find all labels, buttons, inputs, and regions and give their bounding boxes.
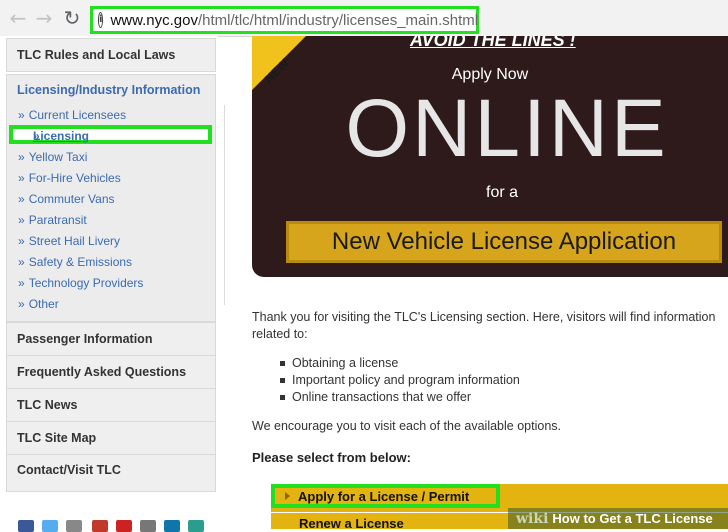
- sidebar-section-title[interactable]: Licensing/Industry Information: [17, 83, 200, 97]
- sidebar-item-label: Frequently Asked Questions: [17, 365, 187, 379]
- info-bullet-list: Obtaining a license Important policy and…: [278, 355, 520, 406]
- encourage-text: We encourage you to visit each of the av…: [252, 419, 561, 433]
- online-application-banner[interactable]: NEW AVOID THE LINES ! Apply Now ONLINE f…: [252, 36, 728, 277]
- url-path: /html/tlc/html/industry/licenses_main.sh…: [197, 11, 479, 29]
- sidebar-link-other[interactable]: » Other: [18, 297, 59, 311]
- sidebar-link-for-hire-vehicles[interactable]: » For-Hire Vehicles: [18, 171, 121, 185]
- sidebar-link-safety-emissions[interactable]: » Safety & Emissions: [18, 255, 132, 269]
- banner-for-a: for a: [486, 184, 519, 201]
- back-arrow-icon[interactable]: ←: [6, 6, 30, 30]
- apply-for-license-button[interactable]: Apply for a License / Permit: [271, 484, 500, 508]
- url-domain: www.nyc.gov: [110, 11, 198, 29]
- apply-for-license-label: Apply for a License / Permit: [298, 488, 470, 504]
- sidebar-item-label: TLC Site Map: [17, 431, 97, 445]
- new-vehicle-license-application-button[interactable]: New Vehicle License Application: [286, 221, 722, 263]
- email-icon[interactable]: [66, 520, 82, 532]
- forward-arrow-icon[interactable]: →: [32, 6, 56, 30]
- list-item: Important policy and program information: [278, 372, 520, 389]
- banner-avoid-lines: AVOID THE LINES !: [410, 36, 576, 50]
- twitter-icon[interactable]: [42, 520, 58, 532]
- sidebar-item-label: Passenger Information: [17, 332, 153, 346]
- list-item: Online transactions that we offer: [278, 389, 520, 406]
- reload-icon[interactable]: ↻: [60, 6, 84, 30]
- facebook-icon[interactable]: [18, 520, 34, 532]
- browser-toolbar: ← → ↻ i www.nyc.gov/html/tlc/html/indust…: [0, 0, 728, 37]
- share-icon[interactable]: [140, 520, 156, 532]
- info-icon[interactable]: i: [98, 12, 104, 28]
- intro-text: Thank you for visiting the TLC's Licensi…: [252, 310, 716, 341]
- list-item: Obtaining a license: [278, 355, 520, 372]
- sidebar-link-licensing[interactable]: » Licensing: [9, 125, 212, 144]
- sidebar-link-yellow-taxi[interactable]: » Yellow Taxi: [18, 150, 87, 164]
- select-heading: Please select from below:: [252, 450, 411, 465]
- sidebar-item-label: TLC Rules and Local Laws: [17, 48, 176, 62]
- address-bar[interactable]: i www.nyc.gov/html/tlc/html/industry/lic…: [90, 6, 479, 34]
- sidebar-item-passenger-information[interactable]: Passenger Information: [6, 322, 216, 356]
- sidebar-item-tlc-news[interactable]: TLC News: [6, 388, 216, 422]
- renew-license-label: Renew a License: [299, 516, 404, 529]
- sidebar-item-site-map[interactable]: TLC Site Map: [6, 421, 216, 455]
- sidebar-item-contact[interactable]: Contact/Visit TLC: [6, 454, 216, 492]
- content-divider: [224, 105, 225, 305]
- sidebar-item-label: TLC News: [17, 398, 78, 412]
- arrow-right-icon: [285, 492, 290, 500]
- banner-online: ONLINE: [345, 83, 669, 174]
- youtube-icon[interactable]: [116, 520, 132, 532]
- watermark-wiki: wiki: [516, 510, 549, 527]
- sidebar-link-current-licensees[interactable]: » Current Licensees: [18, 108, 126, 122]
- watermark-text: How to Get a TLC License: [552, 511, 713, 526]
- rss-icon[interactable]: [188, 520, 204, 532]
- sidebar-item-faq[interactable]: Frequently Asked Questions: [6, 355, 216, 389]
- linkedin-icon[interactable]: [164, 520, 180, 532]
- sidebar-item-rules[interactable]: TLC Rules and Local Laws: [6, 38, 216, 72]
- sidebar-link-commuter-vans[interactable]: » Commuter Vans: [18, 192, 115, 206]
- sidebar-link-paratransit[interactable]: » Paratransit: [18, 213, 87, 227]
- sidebar-link-street-hail-livery[interactable]: » Street Hail Livery: [18, 234, 120, 248]
- wikihow-watermark: wiki How to Get a TLC License: [508, 508, 728, 529]
- flickr-icon[interactable]: [92, 520, 108, 532]
- sidebar: TLC Rules and Local Laws Licensing/Indus…: [0, 36, 218, 529]
- sidebar-item-label: Contact/Visit TLC: [17, 463, 121, 477]
- sidebar-link-technology-providers[interactable]: » Technology Providers: [18, 276, 143, 290]
